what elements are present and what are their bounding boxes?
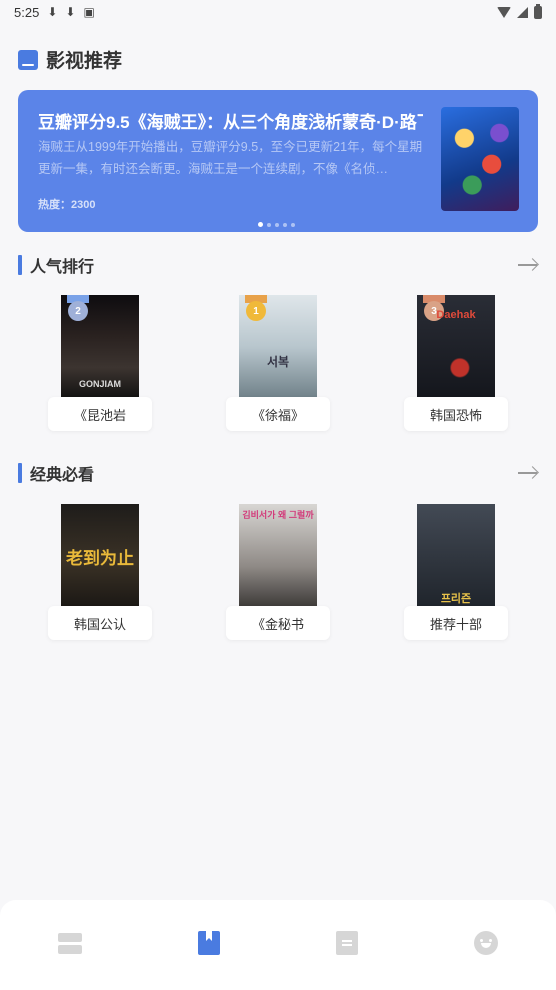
movie-title[interactable]: 《徐福》	[226, 397, 330, 431]
a-icon: ▣	[83, 5, 95, 19]
bookmark-icon	[198, 931, 220, 955]
nav-item-profile[interactable]	[473, 930, 499, 956]
nav-item-bookmark[interactable]	[196, 930, 222, 956]
carousel-dot[interactable]	[275, 222, 279, 227]
stack-icon[interactable]	[57, 930, 83, 956]
status-time: 5:25	[14, 4, 40, 20]
movie-card[interactable]: 프리즌 推荐十部	[404, 504, 508, 644]
banner-poster-image[interactable]	[441, 107, 519, 211]
poster-text: GONJIAM	[78, 379, 121, 389]
section-header-classic: 经典必看	[18, 462, 538, 484]
movie-poster[interactable]: 김비서가 왜 그럴까	[239, 504, 317, 608]
page-header: 影视推荐	[18, 46, 122, 73]
section-title: 人气排行	[30, 259, 95, 276]
movie-poster[interactable]: 프리즌	[417, 504, 495, 608]
banner-description: 海贼王从1999年开始播出，豆瓣评分9.5，至今已更新21年，每个星期更新一集，…	[38, 140, 423, 176]
poster-text: 서복	[266, 355, 290, 369]
carousel-dot[interactable]	[283, 222, 287, 227]
movie-title[interactable]: 韩国恐怖	[404, 397, 508, 431]
section-accent-bar	[18, 463, 22, 483]
signal-icon	[517, 6, 528, 18]
poster-text: 김비서가 왜 그럴까	[242, 510, 314, 520]
book-icon	[18, 49, 38, 70]
poster-text: Daehak	[436, 309, 476, 321]
movie-title[interactable]: 《昆池岩	[48, 397, 152, 431]
movie-card[interactable]: 1 서복 《徐福》	[226, 295, 330, 435]
poster-text: 老到为止	[66, 549, 134, 568]
section-title: 经典必看	[30, 467, 95, 484]
medal-icon: 2	[68, 301, 88, 321]
movie-card[interactable]: 老到为止 韩国公认	[48, 504, 152, 644]
download-icon: ⬇	[65, 5, 76, 19]
movie-poster[interactable]: 3 Daehak	[417, 295, 495, 399]
page-title: 影视推荐	[46, 51, 123, 72]
carousel-indicator	[258, 222, 295, 227]
bottom-nav	[0, 900, 556, 990]
section-accent-bar	[18, 255, 22, 275]
carousel-dot[interactable]	[258, 222, 263, 227]
movie-card[interactable]: 2 GONJIAM 《昆池岩	[48, 295, 152, 435]
movie-title[interactable]: 推荐十部	[404, 606, 508, 640]
movie-card[interactable]: 김비서가 왜 그럴까 《金秘书	[226, 504, 330, 644]
movie-poster[interactable]: 1 서복	[239, 295, 317, 399]
movie-title[interactable]: 韩国公认	[48, 606, 152, 640]
medal-icon: 1	[246, 301, 266, 321]
featured-banner[interactable]: 豆瓣评分9.5《海贼王》：从三个角度浅析蒙奇·D·路飞 海贼王从1999年开始播…	[18, 90, 538, 232]
status-bar: 5:25 ⬇ ⬇ ▣	[0, 0, 556, 24]
classic-list: 老到为止 韩国公认 김비서가 왜 그럴까 《金秘书 프리즌 推荐十部	[0, 504, 556, 644]
carousel-dot[interactable]	[291, 222, 295, 227]
arrow-right-icon[interactable]	[518, 258, 538, 272]
banner-title: 豆瓣评分9.5《海贼王》：从三个角度浅析蒙奇·D·路飞	[38, 113, 423, 132]
battery-icon	[534, 3, 542, 19]
movie-poster[interactable]: 2 GONJIAM	[61, 295, 139, 399]
popular-list: 2 GONJIAM 《昆池岩 1 서복 《徐福》 3 Daehak 韩国恐怖	[0, 295, 556, 435]
movie-poster[interactable]: 老到为止	[61, 504, 139, 608]
nav-item-document[interactable]	[334, 930, 360, 956]
download-icon: ⬇	[47, 5, 58, 19]
smile-icon	[474, 931, 498, 955]
section-header-popular: 人气排行	[18, 254, 538, 276]
arrow-right-icon[interactable]	[518, 466, 538, 480]
movie-card[interactable]: 3 Daehak 韩国恐怖	[404, 295, 508, 435]
carousel-dot[interactable]	[267, 222, 271, 227]
movie-title[interactable]: 《金秘书	[226, 606, 330, 640]
wifi-icon	[497, 6, 511, 18]
document-icon	[336, 931, 358, 955]
banner-heat: 热度：2300	[38, 199, 96, 211]
poster-text: 프리즌	[440, 593, 472, 605]
